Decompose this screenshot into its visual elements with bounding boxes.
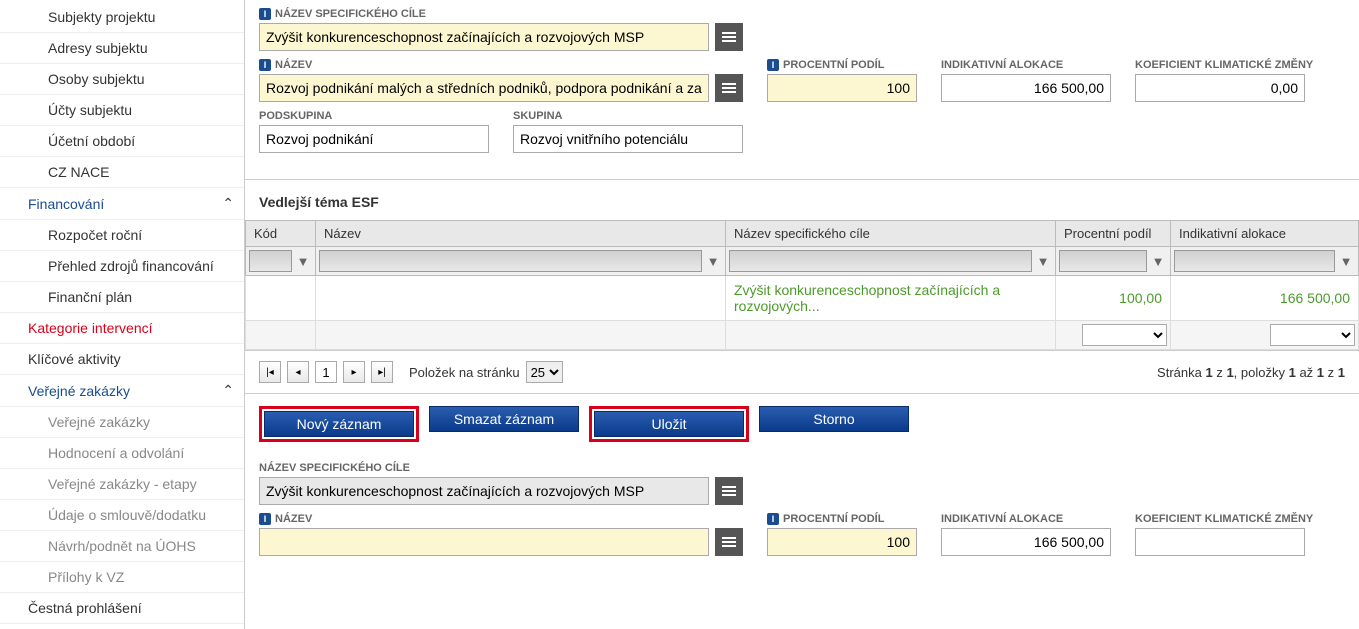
- highlight-novy-zaznam: Nový záznam: [259, 406, 419, 442]
- field-label-procentni-podil-2: iPROCENTNÍ PODÍL: [767, 513, 917, 525]
- pager-per-page-select[interactable]: 25: [526, 361, 563, 383]
- field-label-nazev: iNÁZEV: [259, 59, 743, 71]
- input-nazev-spec-cile-2: [259, 477, 709, 505]
- info-icon: i: [767, 59, 779, 71]
- input-koeficient-2[interactable]: [1135, 528, 1305, 556]
- sidebar-header-label: Veřejné zakázky: [28, 383, 130, 399]
- input-podskupina[interactable]: [259, 125, 489, 153]
- chevron-up-icon: ⌃: [222, 195, 234, 212]
- filter-input-nazev[interactable]: [319, 250, 702, 272]
- filter-icon[interactable]: ▼: [1149, 251, 1167, 271]
- sidebar: Subjekty projektu Adresy subjektu Osoby …: [0, 0, 245, 629]
- list-picker-button[interactable]: [715, 74, 743, 102]
- field-label-nazev-2: iNÁZEV: [259, 513, 743, 525]
- field-label-podskupina: PODSKUPINA: [259, 110, 489, 122]
- filter-icon[interactable]: ▼: [294, 251, 312, 271]
- sidebar-item-ucty-subjektu[interactable]: Účty subjektu: [0, 95, 244, 126]
- sidebar-item-prilozene-dokumenty[interactable]: Přiložené dokumenty: [0, 624, 244, 629]
- th-nazev[interactable]: Název: [316, 221, 726, 247]
- sidebar-sub-vz-etapy[interactable]: Veřejné zakázky - etapy: [0, 469, 244, 500]
- list-picker-button[interactable]: [715, 23, 743, 51]
- filter-icon[interactable]: ▼: [704, 251, 722, 271]
- info-icon: i: [259, 8, 271, 20]
- pager-page-input[interactable]: [315, 361, 337, 383]
- field-label-nazev-spec-cile-2: NÁZEV SPECIFICKÉHO CÍLE: [259, 462, 743, 474]
- field-label-skupina: SKUPINA: [513, 110, 743, 122]
- table-row[interactable]: Zvýšit konkurenceschopnost začínajících …: [246, 276, 1359, 321]
- field-label-indikativni-alokace-2: INDIKATIVNÍ ALOKACE: [941, 513, 1111, 525]
- pager-last-button[interactable]: ▸|: [371, 361, 393, 383]
- th-nazev-spec[interactable]: Název specifického cíle: [726, 221, 1056, 247]
- sidebar-item-ucetni-obdobi[interactable]: Účetní období: [0, 126, 244, 157]
- pager-first-button[interactable]: |◂: [259, 361, 281, 383]
- field-label-nazev-spec-cile: iNÁZEV SPECIFICKÉHO CÍLE: [259, 8, 743, 20]
- dropdown-procentni[interactable]: [1082, 324, 1167, 346]
- input-procentni-podil[interactable]: [767, 74, 917, 102]
- sidebar-sub-prilohy-vz[interactable]: Přílohy k VZ: [0, 562, 244, 593]
- list-picker-button[interactable]: [715, 528, 743, 556]
- th-kod[interactable]: Kód: [246, 221, 316, 247]
- th-procentni[interactable]: Procentní podíl: [1056, 221, 1171, 247]
- ulozit-button[interactable]: Uložit: [594, 411, 744, 437]
- storno-button[interactable]: Storno: [759, 406, 909, 432]
- filter-input-nazev-spec[interactable]: [729, 250, 1032, 272]
- input-indikativni-alokace[interactable]: [941, 74, 1111, 102]
- sidebar-item-cz-nace[interactable]: CZ NACE: [0, 157, 244, 188]
- pager-prev-button[interactable]: ◂: [287, 361, 309, 383]
- sidebar-item-cestna-prohlaseni[interactable]: Čestná prohlášení: [0, 593, 244, 624]
- sidebar-header-label: Financování: [28, 196, 104, 212]
- field-label-indikativni-alokace: INDIKATIVNÍ ALOKACE: [941, 59, 1111, 71]
- field-label-koeficient: KOEFICIENT KLIMATICKÉ ZMĚNY: [1135, 59, 1313, 71]
- main-content: iNÁZEV SPECIFICKÉHO CÍLE iNÁZEV iP: [245, 0, 1359, 629]
- field-label-koeficient-2: KOEFICIENT KLIMATICKÉ ZMĚNY: [1135, 513, 1313, 525]
- section-title-vedlejsi-tema: Vedlejší téma ESF: [245, 179, 1359, 220]
- novy-zaznam-button[interactable]: Nový záznam: [264, 411, 414, 437]
- pager-next-button[interactable]: ▸: [343, 361, 365, 383]
- pager-per-page-label: Položek na stránku: [409, 365, 520, 380]
- sidebar-item-prehled-zdroju[interactable]: Přehled zdrojů financování: [0, 251, 244, 282]
- sidebar-item-klicove-aktivity[interactable]: Klíčové aktivity: [0, 344, 244, 375]
- filter-input-procentni[interactable]: [1059, 250, 1147, 272]
- sidebar-item-rozpocet-rocni[interactable]: Rozpočet roční: [0, 220, 244, 251]
- sidebar-item-osoby-subjektu[interactable]: Osoby subjektu: [0, 64, 244, 95]
- input-indikativni-alokace-2[interactable]: [941, 528, 1111, 556]
- filter-input-alokace[interactable]: [1174, 250, 1335, 272]
- info-icon: i: [259, 59, 271, 71]
- sidebar-sub-hodnoceni[interactable]: Hodnocení a odvolání: [0, 438, 244, 469]
- sidebar-sub-verejne-zakazky[interactable]: Veřejné zakázky: [0, 407, 244, 438]
- sidebar-header-verejne-zakazky[interactable]: Veřejné zakázky ⌃: [0, 375, 244, 407]
- input-procentni-podil-2[interactable]: [767, 528, 917, 556]
- input-nazev-2[interactable]: [259, 528, 709, 556]
- sidebar-sub-uohs[interactable]: Návrh/podnět na ÚOHS: [0, 531, 244, 562]
- sidebar-item-financni-plan[interactable]: Finanční plán: [0, 282, 244, 313]
- input-nazev[interactable]: [259, 74, 709, 102]
- filter-input-kod[interactable]: [249, 250, 292, 272]
- input-koeficient[interactable]: [1135, 74, 1305, 102]
- table-vedlejsi-tema: Kód Název Název specifického cíle Procen…: [245, 220, 1359, 350]
- info-icon: i: [767, 513, 779, 525]
- field-label-procentni-podil: iPROCENTNÍ PODÍL: [767, 59, 917, 71]
- dropdown-alokace[interactable]: [1270, 324, 1355, 346]
- sidebar-header-financovani[interactable]: Financování ⌃: [0, 188, 244, 220]
- filter-icon[interactable]: ▼: [1034, 251, 1052, 271]
- info-icon: i: [259, 513, 271, 525]
- sidebar-header-kategorie-intervenci[interactable]: Kategorie intervencí: [0, 313, 244, 344]
- list-picker-button[interactable]: [715, 477, 743, 505]
- input-nazev-spec-cile[interactable]: [259, 23, 709, 51]
- th-alokace[interactable]: Indikativní alokace: [1171, 221, 1359, 247]
- highlight-ulozit: Uložit: [589, 406, 749, 442]
- filter-icon[interactable]: ▼: [1337, 251, 1355, 271]
- smazat-zaznam-button[interactable]: Smazat záznam: [429, 406, 579, 432]
- chevron-up-icon: ⌃: [222, 382, 234, 399]
- pager-status: Stránka 1 z 1, položky 1 až 1 z 1: [1157, 365, 1345, 380]
- input-skupina[interactable]: [513, 125, 743, 153]
- sidebar-item-subjekty-projektu[interactable]: Subjekty projektu: [0, 2, 244, 33]
- sidebar-sub-smlouva-dodatek[interactable]: Údaje o smlouvě/dodatku: [0, 500, 244, 531]
- sidebar-item-adresy-subjektu[interactable]: Adresy subjektu: [0, 33, 244, 64]
